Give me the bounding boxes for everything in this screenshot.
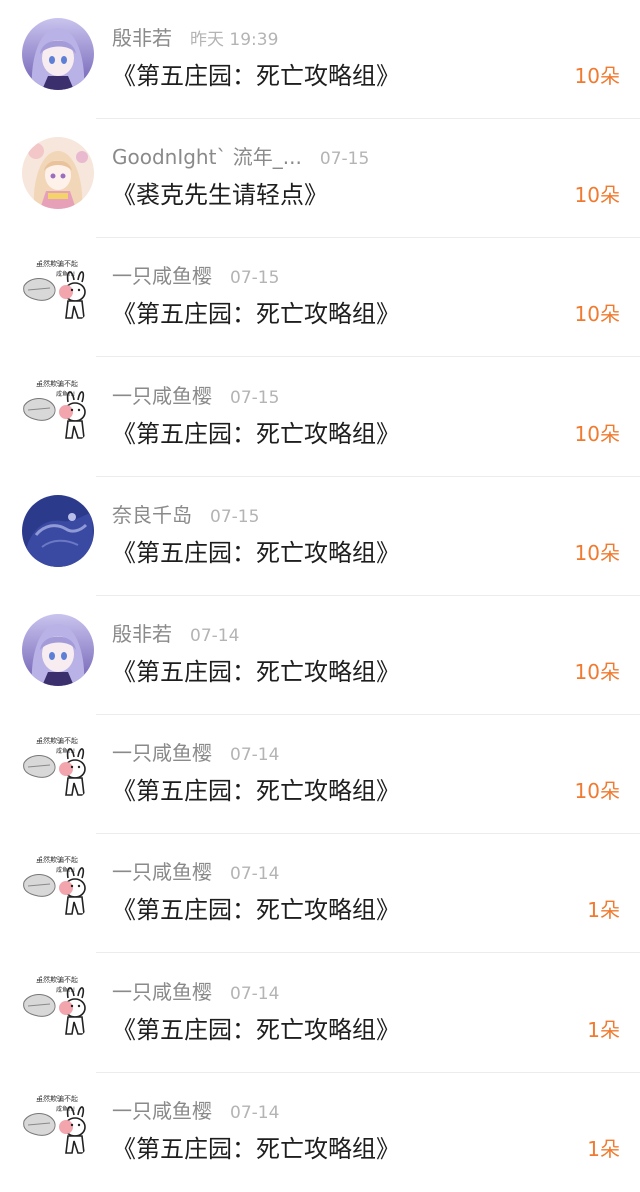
flower-count: 1朵 <box>587 898 620 922</box>
record-meta: GoodnIght` 流年_... 07-15 <box>112 141 370 170</box>
record-meta: 殷非若 昨天 19:39 <box>112 22 279 51</box>
dark-blue-art-avatar <box>22 495 94 567</box>
svg-text:虽然欺骗不起: 虽然欺骗不起 <box>36 259 78 268</box>
book-title[interactable]: 《第五庄园：死亡攻略组》 <box>112 1129 400 1164</box>
book-title[interactable]: 《第五庄园：死亡攻略组》 <box>112 652 400 687</box>
username[interactable]: 一只咸鱼樱 <box>112 260 212 289</box>
record-meta: 一只咸鱼樱 07-14 <box>112 1095 280 1124</box>
username[interactable]: 殷非若 <box>112 618 172 647</box>
gift-record-row[interactable]: 虽然欺骗不起 咸鱼!!! 一只咸鱼樱 07-14 《第五庄园：死亡攻略组》 1朵 <box>0 1073 640 1192</box>
anime-girl-purple-avatar <box>22 614 94 686</box>
username[interactable]: 殷非若 <box>112 22 172 51</box>
svg-text:虽然欺骗不起: 虽然欺骗不起 <box>36 379 78 388</box>
username[interactable]: 一只咸鱼樱 <box>112 1095 212 1124</box>
record-meta: 一只咸鱼樱 07-15 <box>112 380 280 409</box>
timestamp: 07-14 <box>230 745 280 765</box>
gift-record-row[interactable]: 虽然欺骗不起 咸鱼!!! 一只咸鱼樱 07-15 《第五庄园：死亡攻略组》 10朵 <box>0 358 640 477</box>
gift-record-row[interactable]: GoodnIght` 流年_... 07-15 《裘克先生请轻点》 10朵 <box>0 119 640 238</box>
user-avatar[interactable]: 虽然欺骗不起 咸鱼!!! <box>22 972 94 1044</box>
gift-record-row[interactable]: 殷非若 昨天 19:39 《第五庄园：死亡攻略组》 10朵 <box>0 0 640 119</box>
user-avatar[interactable] <box>22 614 94 686</box>
user-avatar[interactable]: 虽然欺骗不起 咸鱼!!! <box>22 256 94 328</box>
flower-count: 10朵 <box>574 302 620 326</box>
flower-count: 10朵 <box>574 183 620 207</box>
timestamp: 07-14 <box>230 864 280 884</box>
gift-record-row[interactable]: 虽然欺骗不起 咸鱼!!! 一只咸鱼樱 07-14 《第五庄园：死亡攻略组》 1朵 <box>0 834 640 953</box>
timestamp: 07-14 <box>230 984 280 1004</box>
gift-record-row[interactable]: 虽然欺骗不起 咸鱼!!! 一只咸鱼樱 07-14 《第五庄园：死亡攻略组》 10朵 <box>0 715 640 834</box>
user-avatar[interactable]: 虽然欺骗不起 咸鱼!!! <box>22 852 94 924</box>
gift-record-row[interactable]: 虽然欺骗不起 咸鱼!!! 一只咸鱼樱 07-15 《第五庄园：死亡攻略组》 10朵 <box>0 238 640 357</box>
user-avatar[interactable]: 虽然欺骗不起 咸鱼!!! <box>22 733 94 805</box>
user-avatar[interactable] <box>22 18 94 90</box>
timestamp: 07-14 <box>230 1103 280 1123</box>
book-title[interactable]: 《第五庄园：死亡攻略组》 <box>112 1010 400 1045</box>
username[interactable]: 一只咸鱼樱 <box>112 737 212 766</box>
timestamp: 07-14 <box>190 626 240 646</box>
book-title[interactable]: 《裘克先生请轻点》 <box>112 175 328 210</box>
svg-text:虽然欺骗不起: 虽然欺骗不起 <box>36 855 78 864</box>
gift-record-row[interactable]: 虽然欺骗不起 咸鱼!!! 一只咸鱼樱 07-14 《第五庄园：死亡攻略组》 1朵 <box>0 954 640 1073</box>
gift-record-list: 殷非若 昨天 19:39 《第五庄园：死亡攻略组》 10朵 GoodnIght` 流年_… <box>0 0 640 1179</box>
flower-count: 10朵 <box>574 64 620 88</box>
user-avatar[interactable] <box>22 137 94 209</box>
book-title[interactable]: 《第五庄园：死亡攻略组》 <box>112 56 400 91</box>
username[interactable]: GoodnIght` 流年_... <box>112 141 302 170</box>
book-title[interactable]: 《第五庄园：死亡攻略组》 <box>112 533 400 568</box>
bunny-meme-avatar: 虽然欺骗不起咸鱼!!! <box>22 1091 94 1163</box>
timestamp: 07-15 <box>230 388 280 408</box>
timestamp: 07-15 <box>210 507 260 527</box>
bunny-meme-avatar: 虽然欺骗不起咸鱼!!! <box>22 376 94 448</box>
record-meta: 一只咸鱼樱 07-15 <box>112 260 280 289</box>
record-meta: 一只咸鱼樱 07-14 <box>112 737 280 766</box>
username[interactable]: 一只咸鱼樱 <box>112 380 212 409</box>
record-meta: 一只咸鱼樱 07-14 <box>112 856 280 885</box>
flower-count: 1朵 <box>587 1137 620 1161</box>
username[interactable]: 一只咸鱼樱 <box>112 856 212 885</box>
bunny-meme-avatar: 虽然欺骗不起咸鱼!!! <box>22 733 94 805</box>
anime-girl-purple-avatar <box>22 18 94 90</box>
timestamp: 07-15 <box>319 149 370 169</box>
svg-text:虽然欺骗不起: 虽然欺骗不起 <box>36 736 78 745</box>
anime-girl-pastel-avatar <box>22 137 94 209</box>
flower-count: 10朵 <box>574 779 620 803</box>
book-title[interactable]: 《第五庄园：死亡攻略组》 <box>112 890 400 925</box>
flower-count: 10朵 <box>574 422 620 446</box>
timestamp: 昨天 19:39 <box>190 30 279 50</box>
book-title[interactable]: 《第五庄园：死亡攻略组》 <box>112 771 400 806</box>
record-meta: 奈良千岛 07-15 <box>112 499 260 528</box>
bunny-meme-avatar: 虽然欺骗不起咸鱼!!! <box>22 972 94 1044</box>
gift-record-row[interactable]: 殷非若 07-14 《第五庄园：死亡攻略组》 10朵 <box>0 596 640 715</box>
flower-count: 1朵 <box>587 1018 620 1042</box>
flower-count: 10朵 <box>574 660 620 684</box>
timestamp: 07-15 <box>230 268 280 288</box>
svg-text:虽然欺骗不起: 虽然欺骗不起 <box>36 975 78 984</box>
bunny-meme-avatar: 虽然欺骗不起咸鱼!!! <box>22 256 94 328</box>
user-avatar[interactable]: 虽然欺骗不起 咸鱼!!! <box>22 376 94 448</box>
user-avatar[interactable] <box>22 495 94 567</box>
record-meta: 殷非若 07-14 <box>112 618 240 647</box>
book-title[interactable]: 《第五庄园：死亡攻略组》 <box>112 294 400 329</box>
flower-count: 10朵 <box>574 541 620 565</box>
record-meta: 一只咸鱼樱 07-14 <box>112 976 280 1005</box>
bunny-meme-avatar: 虽然欺骗不起咸鱼!!! <box>22 852 94 924</box>
username[interactable]: 奈良千岛 <box>112 499 192 528</box>
username[interactable]: 一只咸鱼樱 <box>112 976 212 1005</box>
book-title[interactable]: 《第五庄园：死亡攻略组》 <box>112 414 400 449</box>
user-avatar[interactable]: 虽然欺骗不起 咸鱼!!! <box>22 1091 94 1163</box>
svg-text:虽然欺骗不起: 虽然欺骗不起 <box>36 1094 78 1103</box>
gift-record-row[interactable]: 奈良千岛 07-15 《第五庄园：死亡攻略组》 10朵 <box>0 477 640 596</box>
